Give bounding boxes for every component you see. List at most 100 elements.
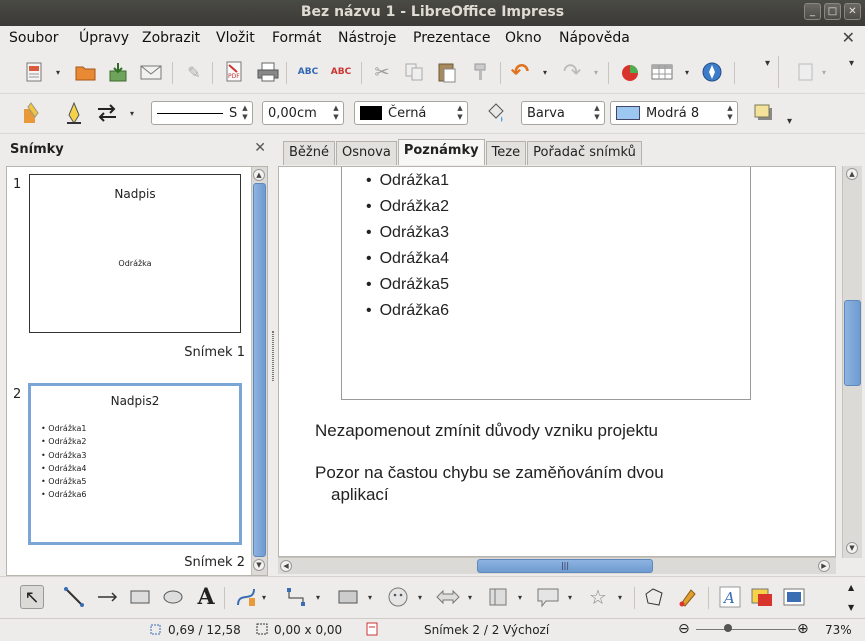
arrow-line-icon[interactable] (96, 585, 120, 609)
notes-page[interactable]: Odrážka1 Odrážka2 Odrážka3 Odrážka4 Odrá… (278, 166, 836, 557)
slides-scrollbar[interactable]: ▲ ▼ (251, 167, 267, 575)
menu-vlozit[interactable]: Vložit (216, 30, 255, 46)
note-text-1[interactable]: Nezapomenout zmínit důvody vzniku projek… (315, 420, 658, 441)
star-icon[interactable]: ☆ (586, 585, 610, 609)
menu-soubor[interactable]: Soubor (9, 30, 59, 46)
chevron-down-icon[interactable]: ▾ (262, 593, 266, 602)
line-color-select[interactable]: Černá ▲ ▼ (354, 101, 468, 125)
block-arrows-icon[interactable] (436, 585, 460, 609)
chevron-down-icon[interactable]: ▾ (568, 593, 572, 602)
tab-notes[interactable]: Poznámky (397, 139, 485, 165)
basic-shapes-icon[interactable] (336, 585, 360, 609)
flowchart-icon[interactable] (486, 585, 510, 609)
toolbar-overflow-chevron-icon[interactable]: ▾ (765, 58, 770, 69)
scroll-up-icon[interactable]: ▲ (846, 168, 858, 180)
up-down-arrows-icon[interactable]: ▲ ▼ (592, 104, 602, 122)
chevron-down-icon[interactable]: ▾ (468, 593, 472, 602)
line-width-input[interactable]: 0,00cm ▲ ▼ (262, 101, 344, 125)
toolbar-overflow-chevron-icon[interactable]: ▾ (849, 58, 854, 69)
note-text-2[interactable]: Pozor na častou chybu se zaměňováním dvo… (315, 462, 664, 483)
tab-handout[interactable]: Teze (485, 141, 527, 165)
scroll-left-icon[interactable]: ◀ (280, 560, 292, 572)
cut-icon[interactable]: ✂ (370, 60, 394, 84)
menu-okno[interactable]: Okno (505, 30, 542, 46)
points-icon[interactable] (642, 585, 666, 609)
up-down-arrows-icon[interactable]: ▲ ▼ (725, 104, 735, 122)
print-icon[interactable] (256, 60, 280, 84)
select-pointer-icon[interactable]: ↖ (20, 585, 44, 609)
chevron-down-icon[interactable]: ▾ (685, 68, 689, 77)
shadow-icon[interactable] (752, 101, 776, 125)
export-pdf-icon[interactable]: PDF (222, 60, 246, 84)
scrollbar-thumb[interactable] (253, 183, 266, 557)
fill-bucket-icon[interactable] (483, 101, 507, 125)
arrow-style-icon[interactable] (95, 101, 119, 125)
up-down-arrows-icon[interactable]: ▲ ▼ (455, 104, 465, 122)
zoom-in-icon[interactable]: ⊕ (797, 621, 809, 637)
styles-icon[interactable] (22, 101, 46, 125)
scroll-right-icon[interactable]: ▶ (818, 560, 830, 572)
open-folder-icon[interactable] (74, 60, 98, 84)
scrollbar-thumb[interactable]: ||| (477, 559, 653, 573)
chevron-down-icon[interactable]: ▾ (518, 593, 522, 602)
close-document-button[interactable]: ✕ (842, 28, 855, 47)
note-text-2-continued[interactable]: aplikací (331, 484, 389, 505)
glue-points-icon[interactable] (676, 585, 700, 609)
slide-label-2[interactable]: Snímek 2 (184, 555, 245, 570)
chevron-down-icon[interactable]: ▼ (848, 603, 854, 612)
chart-icon[interactable] (618, 60, 642, 84)
slide-thumbnail-2[interactable]: Nadpis2 • Odrážka1 • Odrážka2 • Odrážka3… (28, 383, 242, 545)
toolbar-overflow-chevron-icon[interactable]: ▾ (787, 116, 792, 127)
up-down-arrows-icon[interactable]: ▲ ▼ (240, 104, 250, 122)
scroll-down-icon[interactable]: ▼ (846, 542, 858, 554)
zoom-slider-handle[interactable] (724, 624, 732, 632)
fill-color-select[interactable]: Modrá 8 ▲ ▼ (610, 101, 738, 125)
line-style-select[interactable]: S ▲ ▼ (151, 101, 253, 125)
callouts-icon[interactable] (536, 585, 560, 609)
chevron-down-icon[interactable]: ▾ (56, 68, 60, 77)
menu-nastroje[interactable]: Nástroje (338, 30, 396, 46)
edit-file-icon[interactable]: ✎ (182, 60, 206, 84)
save-icon[interactable] (106, 60, 130, 84)
navigator-icon[interactable] (700, 60, 724, 84)
close-window-button[interactable]: ✕ (844, 3, 861, 20)
chevron-down-icon[interactable]: ▾ (822, 68, 826, 77)
chevron-up-icon[interactable]: ▲ (848, 583, 854, 592)
fill-type-select[interactable]: Barva ▲ ▼ (521, 101, 605, 125)
curve-tool-icon[interactable] (234, 585, 258, 609)
menu-prezentace[interactable]: Prezentace (413, 30, 490, 46)
menu-upravy[interactable]: Úpravy (79, 30, 129, 46)
chevron-down-icon[interactable]: ▾ (418, 593, 422, 602)
slide-preview[interactable]: Odrážka1 Odrážka2 Odrážka3 Odrážka4 Odrá… (341, 167, 751, 400)
fontwork-icon[interactable]: A (718, 585, 742, 609)
menu-zobrazit[interactable]: Zobrazit (142, 30, 200, 46)
tab-slide-sorter[interactable]: Pořadač snímků (527, 141, 642, 165)
rectangle-icon[interactable] (128, 585, 152, 609)
toolbar-scroll[interactable]: ▲ ▼ (845, 579, 862, 617)
chevron-down-icon[interactable]: ▾ (618, 593, 622, 602)
zoom-out-icon[interactable]: ⊖ (678, 621, 690, 637)
menu-format[interactable]: Formát (272, 30, 321, 46)
paste-icon[interactable] (435, 60, 459, 84)
panel-splitter[interactable] (270, 136, 277, 576)
scrollbar-thumb[interactable] (844, 300, 861, 386)
chevron-down-icon[interactable]: ▾ (368, 593, 372, 602)
line-tool-icon[interactable] (62, 585, 86, 609)
symbol-shapes-icon[interactable] (386, 585, 410, 609)
copy-icon[interactable] (402, 60, 426, 84)
tab-outline[interactable]: Osnova (335, 141, 397, 165)
maximize-button[interactable]: □ (824, 3, 841, 20)
menu-napoveda[interactable]: Nápověda (559, 30, 630, 46)
undo-icon[interactable]: ↶ (508, 60, 532, 85)
chevron-down-icon[interactable]: ▾ (316, 593, 320, 602)
editor-horizontal-scrollbar[interactable]: ◀ ||| ▶ (278, 557, 836, 574)
ellipse-icon[interactable] (161, 585, 185, 609)
line-icon[interactable] (62, 101, 86, 125)
redo-icon[interactable]: ↷ (560, 60, 584, 85)
zoom-slider[interactable] (696, 629, 796, 630)
email-icon[interactable] (139, 60, 163, 84)
slide-thumbnail-1[interactable]: Nadpis Odrážka (29, 174, 241, 333)
chevron-down-icon[interactable]: ▾ (130, 109, 134, 118)
insert-image-icon[interactable] (750, 585, 774, 609)
chevron-down-icon[interactable]: ▾ (594, 68, 598, 77)
